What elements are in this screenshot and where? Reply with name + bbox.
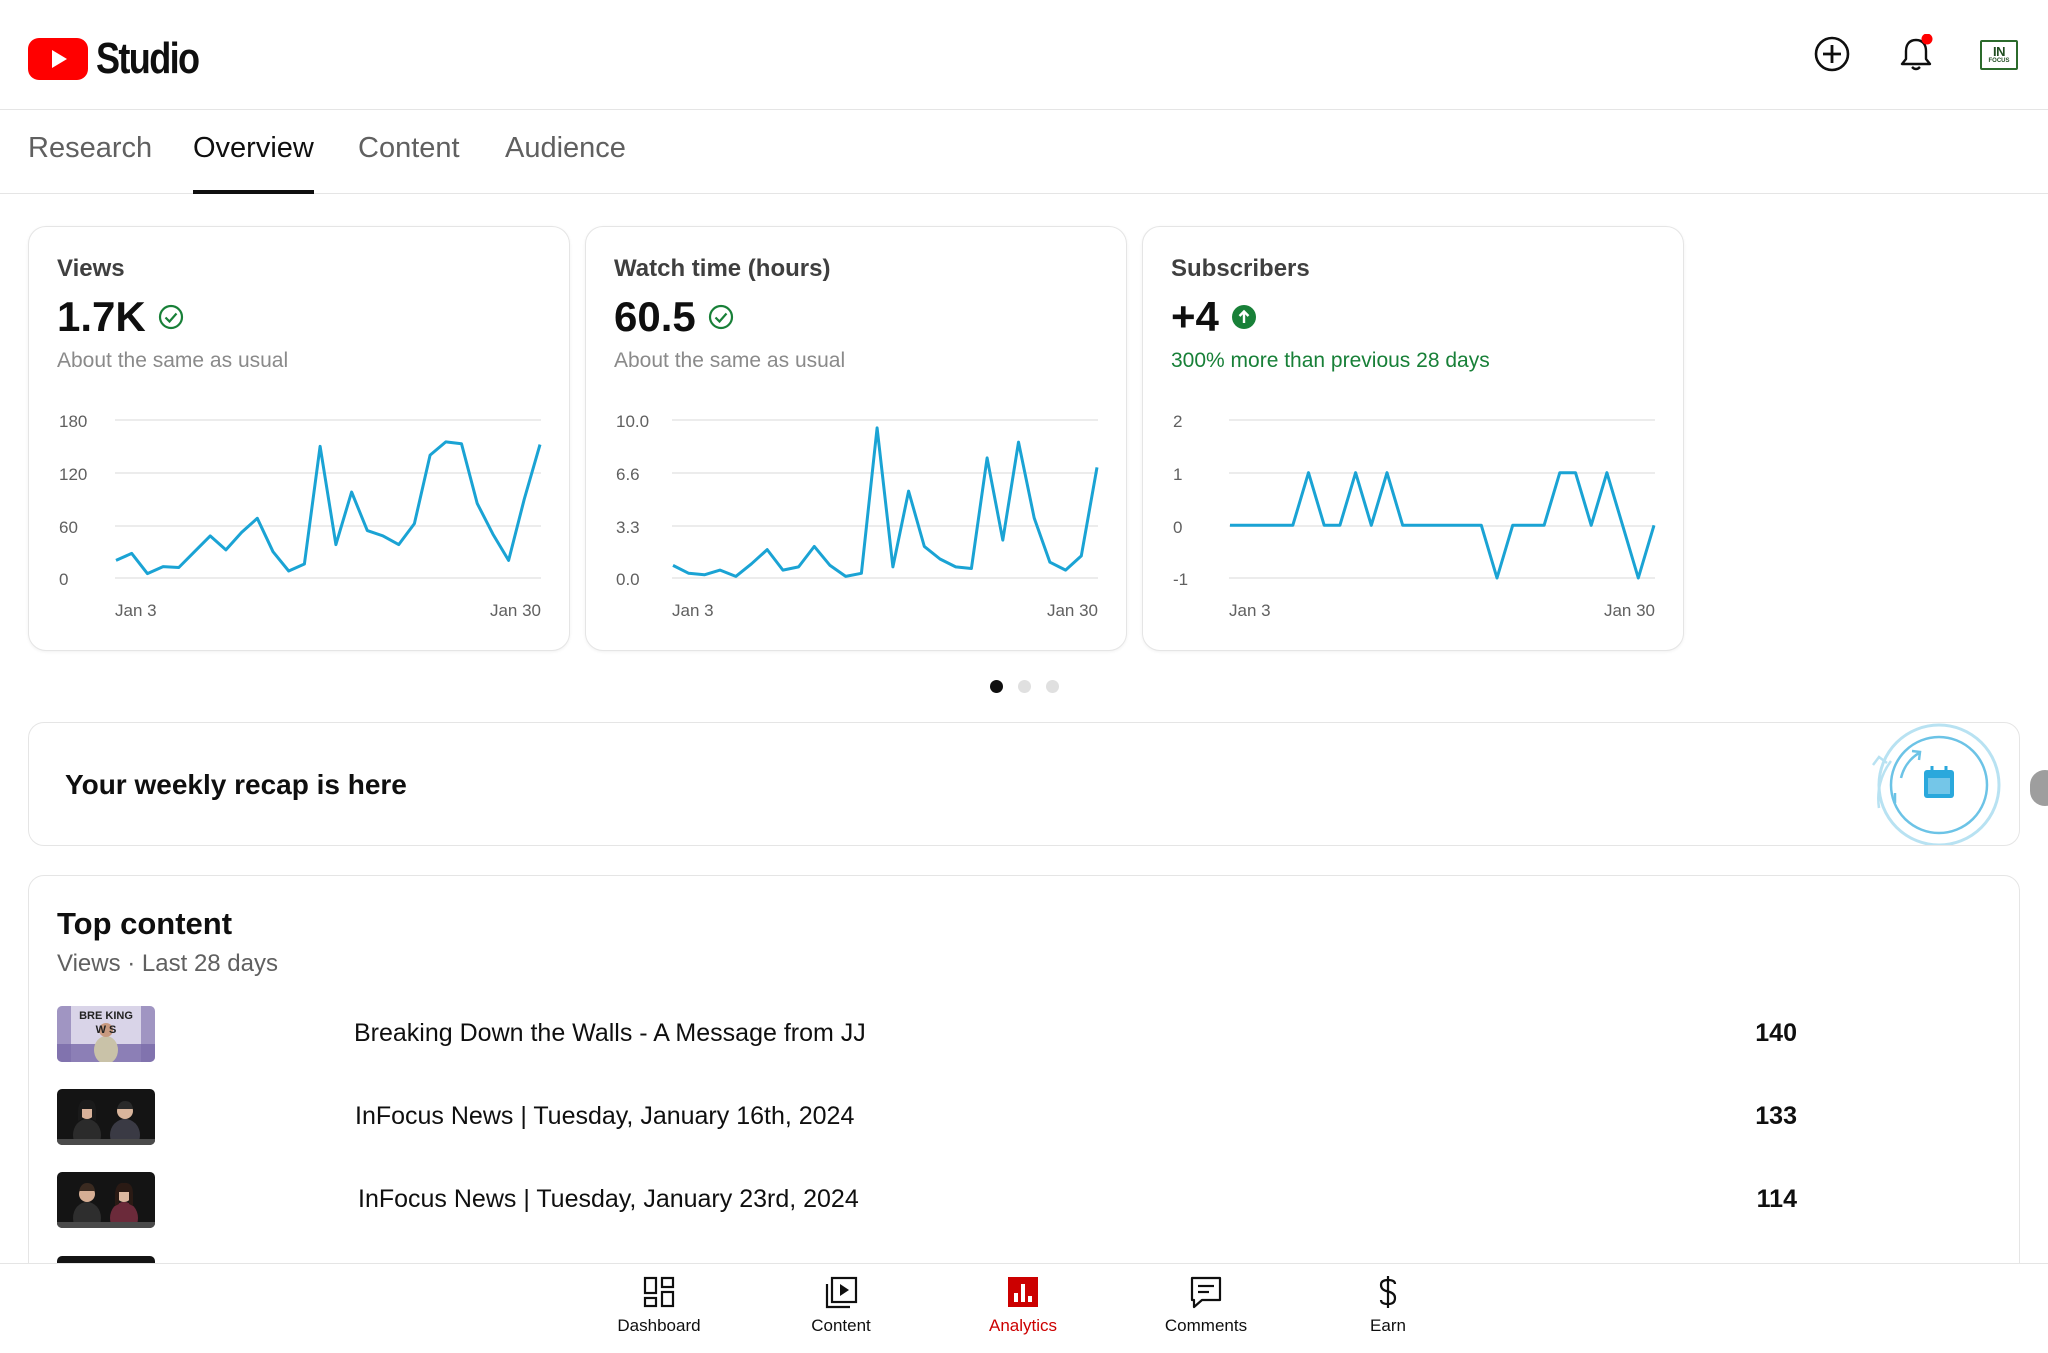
- video-views: 114: [1756, 1185, 1797, 1213]
- series-line: [672, 426, 1099, 578]
- card-title: Watch time (hours): [614, 255, 831, 282]
- youtube-studio-logo[interactable]: Studio: [28, 34, 221, 84]
- top-content-subtitle: Views · Last 28 days: [57, 950, 279, 977]
- comments-icon: [1190, 1276, 1222, 1309]
- subscribers-chart: 2 1 0 -1 Jan 3 Jan 30: [1173, 412, 1656, 620]
- nav-earn[interactable]: Earn: [1318, 1274, 1458, 1336]
- svg-text:BRE KING: BRE KING: [79, 1010, 133, 1022]
- nav-analytics[interactable]: Analytics: [953, 1274, 1093, 1336]
- series-line: [1230, 471, 1656, 580]
- youtube-logo-icon: [28, 38, 88, 80]
- pager-dot[interactable]: [1046, 680, 1059, 693]
- y-tick-label: 60: [59, 518, 78, 537]
- card-subtitle: 300% more than previous 28 days: [1171, 349, 1490, 372]
- bottom-navigation: Dashboard Content Analytics Comments Ear…: [0, 1263, 2048, 1353]
- card-title: Views: [57, 255, 125, 282]
- x-tick-label: Jan 30: [1047, 601, 1098, 620]
- tab-content[interactable]: Content: [358, 132, 460, 194]
- watch-time-card[interactable]: Watch time (hours) 60.5 About the same a…: [585, 226, 1127, 651]
- scroll-handle[interactable]: [2030, 770, 2048, 806]
- y-tick-label: 0: [59, 570, 68, 589]
- arrow-up-circle-icon: [1231, 305, 1256, 329]
- y-tick-label: 1: [1173, 465, 1182, 484]
- x-tick-label: Jan 3: [672, 601, 714, 620]
- card-value: +4: [1171, 293, 1257, 341]
- card-title: Subscribers: [1171, 255, 1310, 282]
- y-tick-label: 0.0: [616, 570, 640, 589]
- video-title: Breaking Down the Walls - A Message from…: [354, 1019, 866, 1047]
- app-name: Studio: [96, 34, 200, 83]
- list-item[interactable]: InFocus News | Tuesday, January 23rd, 20…: [57, 1172, 1797, 1228]
- avatar[interactable]: IN FOCUS: [1980, 40, 2018, 70]
- nav-comments[interactable]: Comments: [1136, 1274, 1276, 1336]
- check-circle-icon: [158, 304, 183, 330]
- recap-title: Your weekly recap is here: [65, 769, 407, 800]
- y-tick-label: -1: [1173, 570, 1188, 589]
- check-circle-icon: [708, 304, 733, 330]
- video-thumbnail: [57, 1089, 155, 1145]
- weekly-recap-banner[interactable]: Your weekly recap is here: [28, 722, 2020, 846]
- list-item[interactable]: InFocus News | Tuesday, January 16th, 20…: [57, 1089, 1797, 1145]
- video-title: InFocus News | Tuesday, January 16th, 20…: [355, 1102, 855, 1130]
- video-views: 133: [1755, 1102, 1797, 1130]
- notification-badge-icon: [1921, 34, 1933, 45]
- plus-circle-icon[interactable]: [1812, 34, 1852, 74]
- list-item[interactable]: BRE KING W S Breaking Down the Walls - A…: [57, 1006, 1797, 1062]
- app-header: Studio IN FOCUS: [0, 0, 2048, 110]
- content-icon: [825, 1276, 858, 1309]
- video-title: InFocus News | Tuesday, January 23rd, 20…: [358, 1185, 859, 1213]
- video-thumbnail: BRE KING W S: [57, 1006, 155, 1062]
- y-tick-label: 3.3: [616, 518, 640, 537]
- y-tick-label: 2: [1173, 412, 1182, 431]
- x-tick-label: Jan 3: [115, 601, 157, 620]
- y-tick-label: 0: [1173, 518, 1182, 537]
- x-tick-label: Jan 3: [1229, 601, 1271, 620]
- nav-dashboard[interactable]: Dashboard: [589, 1274, 729, 1336]
- pager-dot[interactable]: [1018, 680, 1031, 693]
- carousel-pager: [990, 680, 1059, 693]
- card-value: 60.5: [614, 293, 734, 341]
- dashboard-icon: [643, 1276, 675, 1308]
- dollar-icon: [1379, 1276, 1397, 1308]
- x-tick-label: Jan 30: [1604, 601, 1655, 620]
- pager-dot[interactable]: [990, 680, 1003, 693]
- subscribers-card[interactable]: Subscribers +4 300% more than previous 2…: [1142, 226, 1684, 651]
- analytics-icon: [1008, 1277, 1038, 1307]
- watch-time-chart: 10.0 6.6 3.3 0.0 Jan 3 Jan 30: [616, 412, 1099, 620]
- nav-content[interactable]: Content: [771, 1274, 911, 1336]
- bell-icon[interactable]: [1896, 34, 1936, 74]
- tab-overview[interactable]: Overview: [193, 132, 314, 194]
- y-tick-label: 180: [59, 412, 87, 431]
- y-tick-label: 120: [59, 465, 87, 484]
- y-tick-label: 10.0: [616, 412, 649, 431]
- card-value: 1.7K: [57, 293, 184, 341]
- tab-audience[interactable]: Audience: [505, 132, 626, 194]
- views-card[interactable]: Views 1.7K About the same as usual 180 12…: [28, 226, 570, 651]
- tab-research[interactable]: Research: [28, 132, 152, 194]
- video-views: 140: [1755, 1019, 1797, 1047]
- video-thumbnail: [57, 1172, 155, 1228]
- top-content-title: Top content: [57, 906, 233, 941]
- series-line: [115, 440, 542, 576]
- y-tick-label: 6.6: [616, 465, 640, 484]
- x-tick-label: Jan 30: [490, 601, 541, 620]
- svg-text:W S: W S: [96, 1024, 117, 1036]
- views-chart: 180 120 60 0 Jan 3 Jan 30: [59, 412, 542, 620]
- calendar-icon: [1872, 723, 2001, 845]
- card-subtitle: About the same as usual: [614, 349, 846, 372]
- card-subtitle: About the same as usual: [57, 349, 289, 372]
- analytics-tabs: Research Overview Content Audience: [0, 110, 2048, 194]
